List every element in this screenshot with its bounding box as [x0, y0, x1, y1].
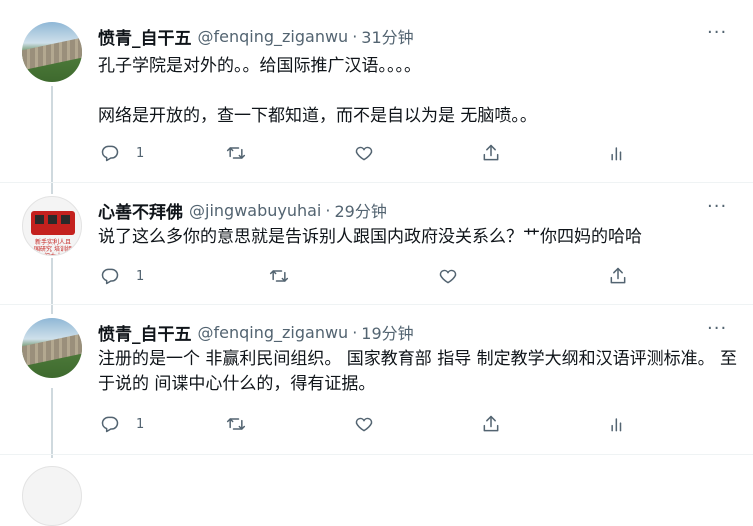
like-button[interactable] — [354, 414, 374, 434]
avatar[interactable] — [22, 318, 82, 378]
timestamp[interactable]: 19分钟 — [361, 320, 413, 344]
reply-button[interactable]: 1 — [100, 266, 144, 286]
divider — [0, 304, 753, 305]
retweet-icon — [269, 270, 289, 282]
reply-icon — [101, 268, 119, 285]
like-button[interactable] — [354, 143, 374, 163]
user-handle[interactable]: @jingwabuyuhai — [189, 201, 321, 220]
heart-icon — [355, 146, 373, 161]
separator: · — [352, 26, 358, 46]
more-options-icon[interactable]: ··· — [707, 320, 727, 342]
separator: · — [352, 322, 358, 342]
reply-button[interactable]: 1 — [100, 414, 144, 434]
like-button[interactable] — [438, 266, 458, 286]
share-button[interactable] — [481, 143, 501, 163]
retweet-button[interactable] — [269, 266, 289, 286]
reply-button[interactable]: 1 — [100, 143, 144, 163]
tweet-header: 愤青_自干五 @fenqing_ziganwu · 19分钟 — [98, 320, 414, 345]
retweet-icon — [226, 147, 246, 159]
user-handle[interactable]: @fenqing_ziganwu — [198, 27, 349, 46]
tweet-text: 孔子学院是对外的。。给国际推广汉语。。。。 网络是开放的，查一下都知道，而不是自… — [98, 56, 537, 126]
timestamp[interactable]: 31分钟 — [361, 24, 413, 48]
more-options-icon[interactable]: ··· — [707, 198, 727, 220]
more-options-icon[interactable]: ··· — [707, 24, 727, 46]
avatar-caption: 新手实利人且国研究 培训组织大大 — [34, 239, 72, 255]
timestamp[interactable]: 29分钟 — [334, 198, 386, 222]
thread-line — [51, 388, 53, 458]
retweet-button[interactable] — [226, 414, 246, 434]
thread-line — [51, 258, 53, 314]
share-button[interactable] — [481, 414, 501, 434]
display-name[interactable]: 愤青_自干五 — [98, 320, 192, 345]
avatar[interactable] — [22, 466, 82, 526]
display-name[interactable]: 心善不拜佛 — [98, 198, 183, 223]
share-icon — [483, 144, 499, 161]
analytics-button[interactable] — [608, 414, 628, 434]
reply-count: 1 — [136, 268, 145, 284]
share-icon — [610, 267, 626, 284]
tweet-header: 心善不拜佛 @jingwabuyuhai · 29分钟 — [98, 198, 387, 223]
reply-count: 1 — [136, 145, 145, 161]
reply-count: 1 — [136, 416, 145, 432]
heart-icon — [439, 269, 457, 284]
user-handle[interactable]: @fenqing_ziganwu — [198, 323, 349, 342]
reply-icon — [101, 416, 119, 433]
share-button[interactable] — [608, 266, 628, 286]
divider — [0, 182, 753, 183]
tweet-header: 愤青_自干五 @fenqing_ziganwu · 31分钟 — [98, 24, 414, 49]
tweet-text: 注册的是一个 非赢利民间组织。 国家教育部 指导 制定教学大纲和汉语评测标准。 … — [98, 349, 738, 394]
display-name[interactable]: 愤青_自干五 — [98, 24, 192, 49]
avatar[interactable]: 新手实利人且国研究 培训组织大大 — [22, 196, 82, 256]
analytics-icon — [611, 418, 622, 432]
thread-line — [51, 86, 53, 194]
divider — [0, 454, 753, 455]
separator: · — [325, 200, 331, 220]
retweet-icon — [226, 418, 246, 430]
analytics-icon — [611, 147, 622, 161]
avatar[interactable] — [22, 22, 82, 82]
tweet-text: 说了这么多你的意思就是告诉别人跟国内政府没关系么？艹你四妈的哈哈 — [98, 227, 642, 247]
reply-icon — [101, 145, 119, 162]
retweet-button[interactable] — [226, 143, 246, 163]
share-icon — [483, 415, 499, 432]
heart-icon — [355, 417, 373, 432]
analytics-button[interactable] — [608, 143, 628, 163]
